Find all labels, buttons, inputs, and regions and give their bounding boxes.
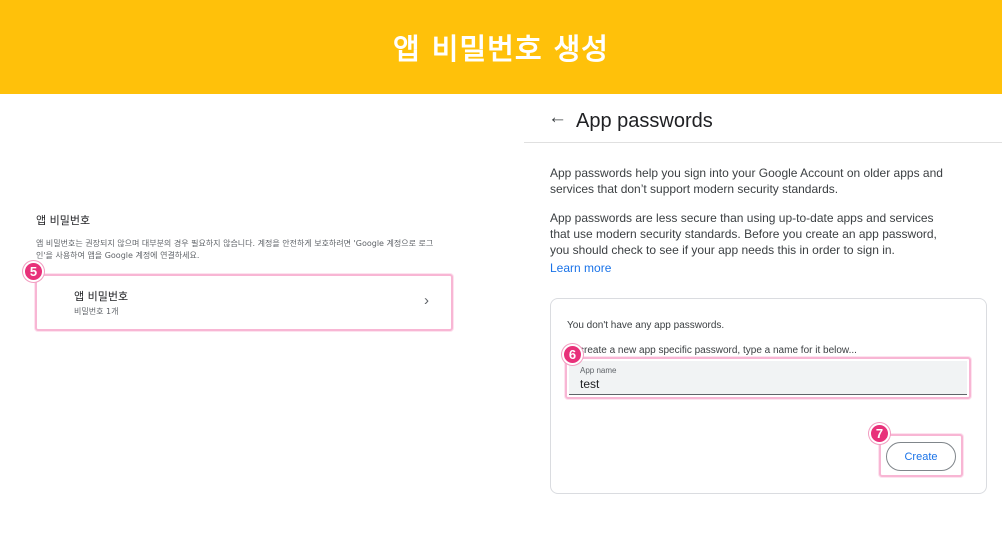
- row-title: 앱 비밀번호: [74, 290, 129, 303]
- learn-more-link[interactable]: Learn more: [550, 261, 611, 275]
- back-arrow-icon[interactable]: ←: [548, 108, 567, 127]
- warning-paragraph: App passwords are less secure than using…: [550, 211, 937, 257]
- app-name-field-highlight: App name test: [565, 357, 971, 399]
- app-passwords-row[interactable]: 앱 비밀번호 비밀번호 1개 ›: [35, 274, 453, 331]
- section-heading: 앱 비밀번호: [36, 214, 91, 227]
- empty-state-text: You don't have any app passwords.: [567, 320, 725, 331]
- step-badge-6: 6: [562, 344, 583, 365]
- page-title: App passwords: [576, 110, 713, 132]
- step-badge-7: 7: [869, 423, 890, 444]
- app-name-label: App name: [580, 366, 617, 375]
- app-name-input[interactable]: App name test: [569, 361, 967, 395]
- banner-title: 앱 비밀번호 생성: [393, 32, 609, 66]
- app-name-value: test: [580, 377, 600, 391]
- create-hint-text: create a new app specific password, type…: [579, 345, 857, 356]
- page-header: ← App passwords: [524, 94, 1002, 143]
- create-button[interactable]: Create: [886, 442, 956, 471]
- chevron-right-icon: ›: [424, 292, 429, 309]
- app-passwords-section: 앱 비밀번호 앱 비밀번호는 권장되지 않으며 대부분의 경우 필요하지 않습니…: [36, 212, 456, 262]
- row-subtitle: 비밀번호 1개: [74, 307, 119, 316]
- section-description: 앱 비밀번호는 권장되지 않으며 대부분의 경우 필요하지 않습니다. 계정을 …: [36, 239, 434, 260]
- create-button-highlight: Create: [879, 434, 963, 477]
- step-badge-5: 5: [23, 261, 44, 282]
- header-banner: 앱 비밀번호 생성: [0, 0, 1002, 94]
- intro-paragraph: App passwords help you sign into your Go…: [550, 166, 943, 196]
